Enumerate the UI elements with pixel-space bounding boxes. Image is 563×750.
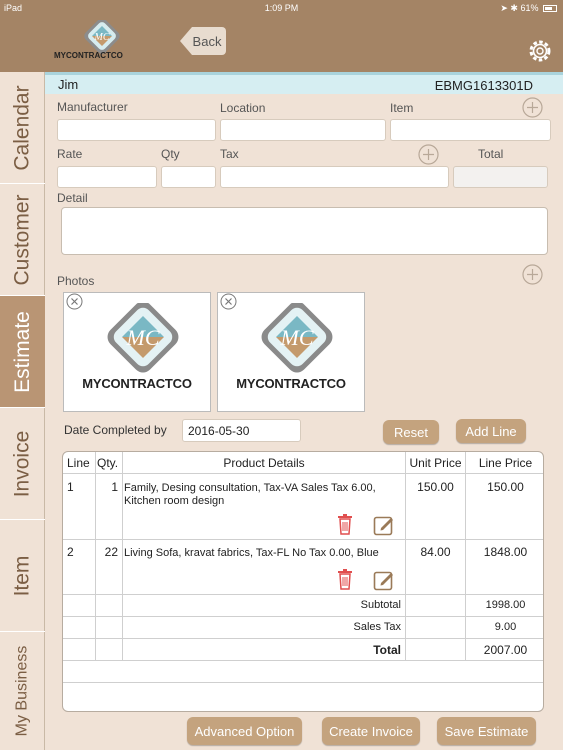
tab-my-business[interactable]: My Business bbox=[0, 632, 45, 750]
estimate-code: EBMG1613301D bbox=[434, 78, 533, 93]
sales-tax-value: 9.00 bbox=[494, 621, 517, 633]
manufacturer-label: Manufacturer bbox=[57, 100, 128, 114]
tab-estimate-label: Estimate bbox=[10, 310, 34, 393]
save-estimate-button[interactable]: Save Estimate bbox=[437, 717, 536, 745]
status-time: 1:09 PM bbox=[264, 3, 299, 13]
tax-field[interactable] bbox=[220, 166, 449, 188]
customer-strip: Jim EBMG1613301D bbox=[45, 72, 563, 94]
subtotal-label: Subtotal bbox=[360, 599, 401, 611]
total-label: Total bbox=[478, 147, 504, 161]
detail-textarea[interactable] bbox=[61, 207, 548, 255]
location-field[interactable] bbox=[220, 119, 386, 141]
remove-photo-icon[interactable] bbox=[66, 293, 83, 310]
app-header: MC MYCONTRACTCO Back bbox=[0, 16, 563, 72]
row-details: Family, Desing consultation, Tax-VA Sale… bbox=[124, 482, 376, 507]
svg-text:MC: MC bbox=[94, 32, 110, 43]
reset-button[interactable]: Reset bbox=[383, 420, 439, 444]
back-button[interactable]: Back bbox=[180, 27, 226, 55]
tab-invoice-label: Invoice bbox=[10, 430, 34, 497]
tab-item[interactable]: Item bbox=[0, 520, 45, 632]
location-icon: ➤ bbox=[500, 3, 508, 13]
row-line-price: 150.00 bbox=[487, 480, 524, 494]
col-unit-price-header: Unit Price bbox=[409, 456, 462, 470]
row-unit-price: 84.00 bbox=[420, 545, 451, 559]
edit-line-icon[interactable] bbox=[373, 569, 395, 591]
svg-text:MC: MC bbox=[280, 325, 314, 350]
battery-status: ➤ ✱ 61% bbox=[500, 3, 557, 14]
date-completed-field[interactable]: 2016-05-30 bbox=[182, 419, 301, 442]
tab-my-business-label: My Business bbox=[13, 645, 31, 737]
app-logo: MC MYCONTRACTCO bbox=[52, 18, 152, 68]
row-line-price: 1848.00 bbox=[483, 545, 528, 559]
row-unit-price: 150.00 bbox=[417, 480, 454, 494]
svg-text:MC: MC bbox=[126, 325, 160, 350]
add-photo-icon[interactable] bbox=[522, 264, 543, 285]
customer-name: Jim bbox=[58, 77, 79, 92]
photo-caption: MYCONTRACTCO bbox=[82, 376, 192, 391]
tab-customer[interactable]: Customer bbox=[0, 184, 45, 296]
row-qty: 1 bbox=[111, 480, 118, 494]
col-line-price-header: Line Price bbox=[478, 456, 533, 470]
edit-line-icon[interactable] bbox=[373, 514, 395, 536]
tab-customer-label: Customer bbox=[10, 193, 34, 286]
battery-icon bbox=[543, 5, 557, 13]
item-label: Item bbox=[390, 101, 414, 115]
rate-label: Rate bbox=[57, 147, 83, 161]
add-line-button[interactable]: Add Line bbox=[456, 419, 526, 443]
tab-invoice[interactable]: Invoice bbox=[0, 408, 45, 520]
delete-line-icon[interactable] bbox=[337, 568, 353, 590]
rate-field[interactable] bbox=[57, 166, 157, 188]
detail-label: Detail bbox=[57, 191, 88, 205]
tab-estimate[interactable]: Estimate bbox=[0, 296, 45, 408]
status-bar: iPad 1:09 PM ➤ ✱ 61% bbox=[0, 0, 563, 16]
row-line-number: 1 bbox=[67, 480, 74, 494]
row-qty: 22 bbox=[104, 545, 118, 559]
add-tax-icon[interactable] bbox=[418, 144, 439, 165]
qty-field[interactable] bbox=[161, 166, 216, 188]
total-field bbox=[453, 166, 548, 188]
row-line-number: 2 bbox=[67, 545, 74, 559]
bluetooth-icon: ✱ bbox=[510, 3, 518, 13]
logo-icon: MC bbox=[84, 18, 120, 54]
photo-caption: MYCONTRACTCO bbox=[236, 376, 346, 391]
photos-label: Photos bbox=[57, 274, 95, 288]
manufacturer-field[interactable] bbox=[57, 119, 216, 141]
item-field[interactable] bbox=[390, 119, 551, 141]
add-item-icon[interactable] bbox=[522, 97, 543, 118]
battery-percent: 61% bbox=[520, 3, 539, 13]
total-value: 2007.00 bbox=[483, 643, 528, 657]
remove-photo-icon[interactable] bbox=[220, 293, 237, 310]
date-completed-label: Date Completed by bbox=[64, 423, 167, 437]
logo-text: MYCONTRACTCO bbox=[54, 51, 123, 60]
create-invoice-button[interactable]: Create Invoice bbox=[322, 717, 420, 745]
tab-calendar-label: Calendar bbox=[10, 84, 34, 171]
col-details-header: Product Details bbox=[223, 456, 305, 470]
tax-label: Tax bbox=[220, 147, 239, 161]
subtotal-value: 1998.00 bbox=[485, 599, 526, 611]
total-label: Total bbox=[373, 643, 401, 657]
photo-thumbnail[interactable]: MC MYCONTRACTCO bbox=[63, 292, 211, 412]
col-line-header: Line bbox=[67, 456, 90, 470]
tab-item-label: Item bbox=[10, 555, 34, 596]
tab-calendar[interactable]: Calendar bbox=[0, 72, 45, 184]
photo-thumbnail[interactable]: MC MYCONTRACTCO bbox=[217, 292, 365, 412]
line-items-table: Line Qty. Product Details Unit Price Lin… bbox=[62, 451, 544, 712]
row-details: Living Sofa, kravat fabrics, Tax-FL No T… bbox=[124, 547, 379, 559]
settings-gear-icon[interactable] bbox=[527, 38, 553, 64]
qty-label: Qty bbox=[161, 147, 180, 161]
location-label: Location bbox=[220, 101, 266, 115]
sales-tax-label: Sales Tax bbox=[353, 621, 402, 633]
delete-line-icon[interactable] bbox=[337, 513, 353, 535]
advanced-option-button[interactable]: Advanced Option bbox=[187, 717, 302, 745]
col-qty-header: Qty. bbox=[97, 456, 119, 470]
sidebar-nav: Calendar Customer Estimate Invoice Item … bbox=[0, 72, 45, 750]
